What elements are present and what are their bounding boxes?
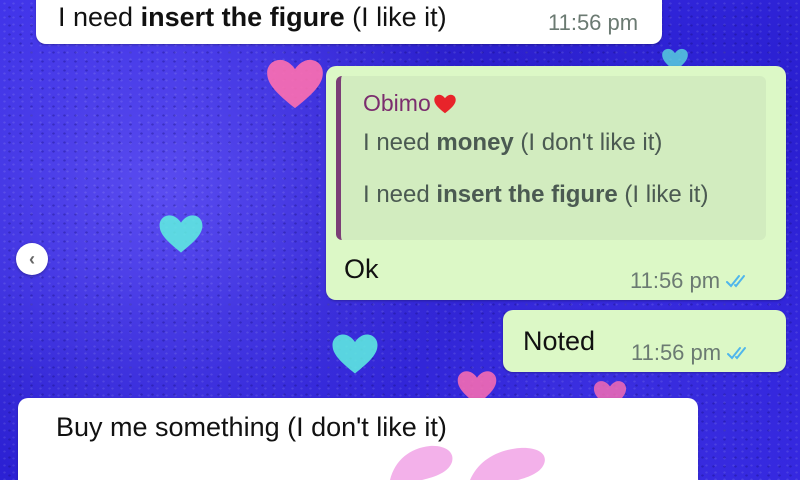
quoted-line: I need insert the figure (I like it): [363, 181, 766, 209]
quoted-text-part: (I like it): [617, 181, 709, 208]
message-text: Noted: [523, 326, 596, 356]
quoted-text-part: I need: [363, 129, 437, 156]
message-time-text: 11:56 pm: [631, 340, 722, 365]
message-time: 11:56 pm: [548, 10, 638, 36]
quoted-author-name: Obimo: [363, 90, 431, 116]
cyan-heart-decoration: [158, 214, 204, 254]
sticker-decoration: [360, 440, 580, 480]
quoted-message[interactable]: Obimo I need money (I don't like it) I n…: [336, 76, 766, 240]
quoted-author: Obimo: [363, 90, 766, 117]
message-time: 11:56 pm: [630, 268, 752, 294]
quoted-line: I need money (I don't like it): [363, 129, 766, 157]
message-text-bold: insert the figure: [140, 2, 345, 32]
outgoing-reply-bubble[interactable]: Obimo I need money (I don't like it) I n…: [326, 66, 786, 300]
incoming-message-bubble[interactable]: I need insert the figure (I like it) 11:…: [36, 0, 662, 44]
outgoing-message-bubble[interactable]: Noted 11:56 pm: [503, 310, 786, 372]
quoted-text-bold: money: [436, 129, 514, 156]
message-time: 11:56 pm: [631, 340, 753, 366]
pink-heart-decoration: [265, 58, 325, 110]
message-time-text: 11:56 pm: [548, 10, 639, 35]
chevron-left-icon: ‹: [29, 248, 35, 269]
double-check-icon: [726, 273, 752, 289]
previous-button[interactable]: ‹: [16, 243, 48, 275]
incoming-message-bubble[interactable]: Buy me something (I don't like it): [18, 398, 698, 480]
message-text: Buy me something (I don't like it): [56, 412, 447, 442]
message-text-part: (I like it): [344, 2, 447, 32]
message-text: Ok: [344, 254, 379, 284]
message-time-text: 11:56 pm: [630, 268, 721, 293]
quoted-text-part: (I don't like it): [513, 129, 663, 156]
quoted-text-part: I need: [363, 181, 437, 208]
cyan-heart-decoration: [330, 333, 380, 375]
message-text-part: I need: [58, 2, 141, 32]
red-heart-icon: [433, 94, 457, 114]
double-check-icon: [727, 345, 753, 361]
message-text: I need insert the figure (I like it): [58, 2, 447, 33]
quoted-text-bold: insert the figure: [436, 181, 618, 208]
